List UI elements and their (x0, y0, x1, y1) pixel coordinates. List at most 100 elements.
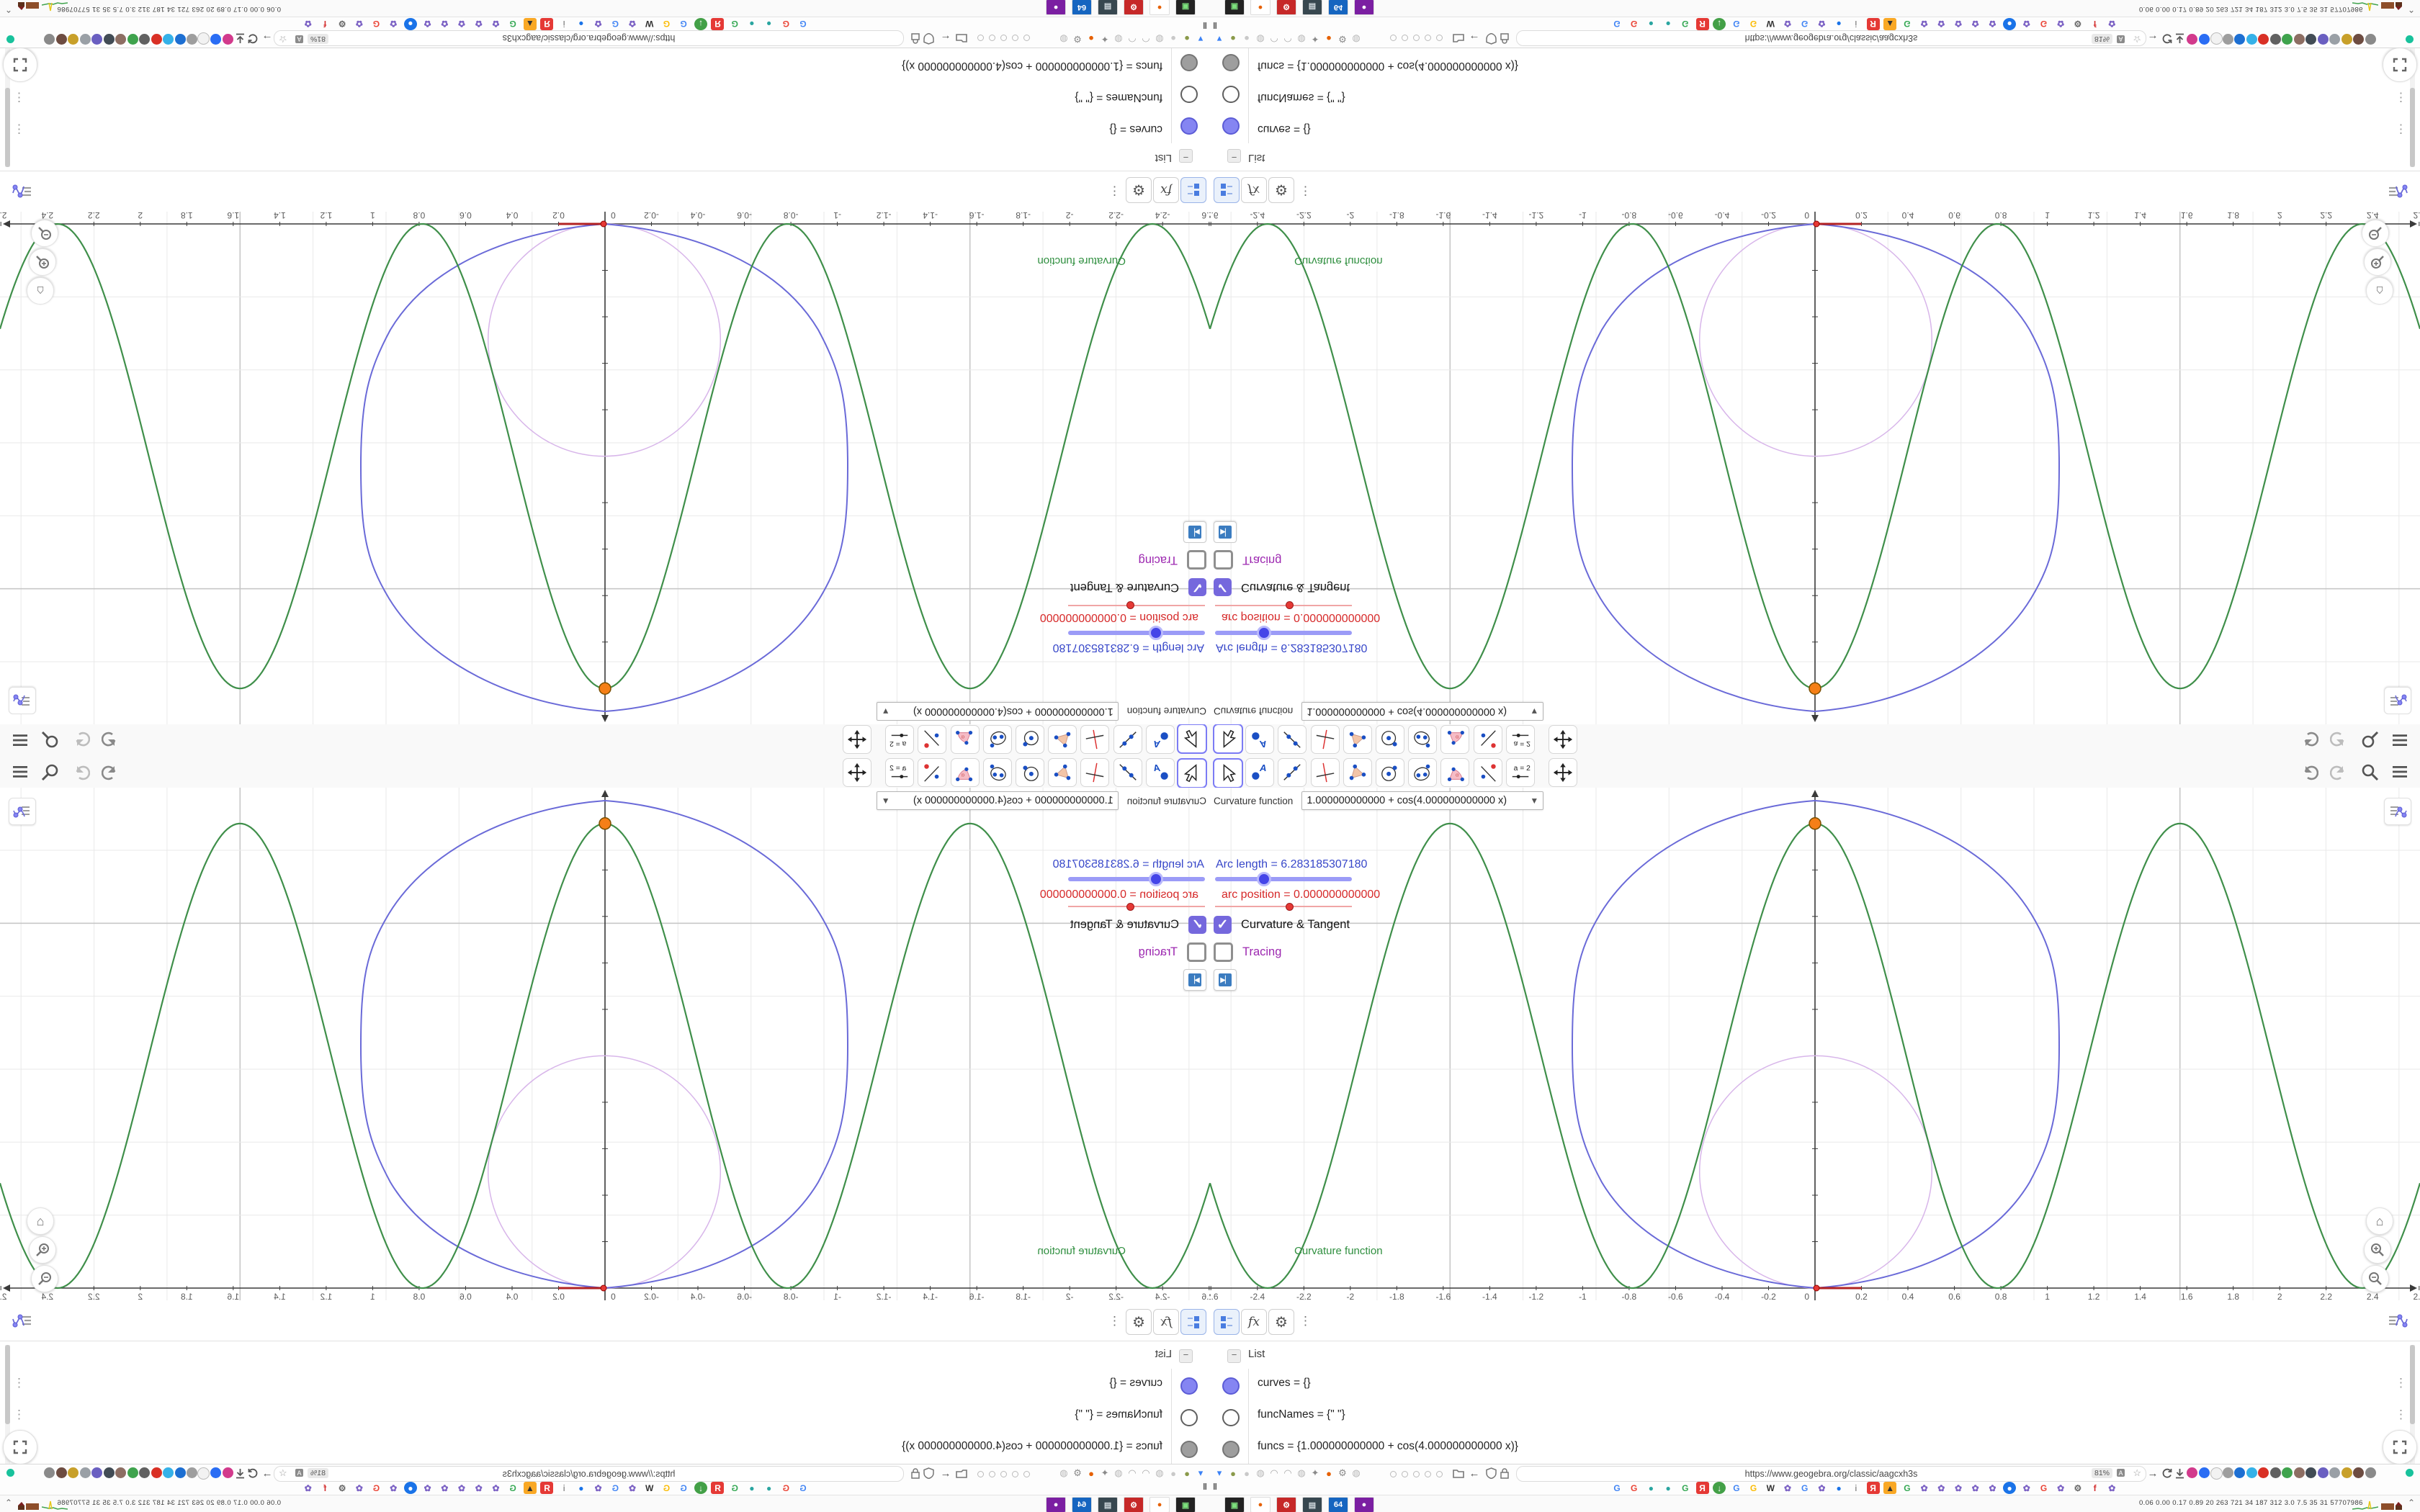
bookmark-favicon[interactable]: ⚙ (336, 18, 349, 30)
bookmark-favicon[interactable]: W (643, 18, 656, 30)
menu-button[interactable] (2390, 731, 2409, 750)
bookmark-star-icon[interactable]: ☆ (279, 1467, 287, 1479)
algebra-tree-button[interactable] (1180, 1309, 1206, 1335)
download-icon[interactable] (2173, 32, 2186, 45)
play-button[interactable]: ▶▏ (1183, 969, 1206, 991)
row-kebab-icon[interactable]: ⋮ (2395, 1376, 2407, 1390)
bookmark-favicon[interactable]: G (1901, 18, 1914, 30)
zoom-in-button[interactable] (29, 1236, 56, 1264)
bookmark-favicon[interactable]: G (1679, 1482, 1692, 1494)
taskbar-app-icon[interactable]: ● (1046, 0, 1066, 15)
row-kebab-icon[interactable]: ⋮ (2395, 1408, 2407, 1422)
bookmark-favicon[interactable]: G (609, 18, 622, 30)
bookmark-favicon[interactable]: G (1901, 1482, 1914, 1494)
extension-icon[interactable] (2305, 34, 2316, 45)
fx-button[interactable]: fx (1241, 1309, 1267, 1335)
play-button[interactable]: ▶▏ (1183, 521, 1206, 543)
extension-icon[interactable] (2222, 34, 2233, 45)
extension-icon[interactable] (2187, 34, 2197, 45)
translate-icon[interactable]: A (293, 1469, 303, 1482)
function-input[interactable]: 1.000000000000 + cos(4.000000000000 x) ▼ (876, 791, 1119, 810)
reload-icon[interactable] (247, 1467, 260, 1480)
arc-length-slider-thumb[interactable] (1257, 872, 1271, 886)
extension-icon[interactable]: ⚙ (1071, 32, 1084, 45)
bookmark-favicon[interactable]: ✿ (438, 1482, 451, 1494)
zoom-in-button[interactable] (2364, 1236, 2391, 1264)
algebra-tree-button[interactable] (1214, 177, 1240, 203)
bookmark-favicon[interactable]: ● (1662, 18, 1675, 30)
curvature-tangent-checkbox[interactable]: ✓ (1214, 916, 1232, 934)
arc-length-slider[interactable] (1215, 872, 1352, 886)
bookmark-favicon[interactable]: G (506, 18, 519, 30)
extension-icon[interactable] (127, 34, 138, 45)
download-icon[interactable] (234, 32, 247, 45)
visibility-toggle[interactable] (1222, 86, 1240, 103)
extension-icon[interactable] (2317, 34, 2329, 45)
row-kebab-icon[interactable]: ⋮ (13, 1376, 25, 1390)
kebab-icon[interactable]: ⋮ (1108, 184, 1121, 198)
kebab-icon[interactable]: ⋮ (1299, 1314, 1312, 1328)
stylebar-button[interactable] (9, 687, 36, 714)
stylebar-button[interactable] (9, 798, 36, 825)
arc-position-slider-thumb[interactable] (1126, 601, 1134, 609)
fullscreen-button[interactable] (3, 1430, 37, 1464)
forward-icon[interactable]: → (2146, 32, 2159, 45)
play-button[interactable]: ▶▏ (1214, 521, 1237, 543)
bookmark-favicon[interactable]: G (506, 1482, 519, 1494)
taskbar-app-icon[interactable]: 64 (1072, 0, 1092, 15)
collapse-button[interactable]: − (1227, 1349, 1241, 1363)
line-tool-button[interactable] (1113, 758, 1142, 787)
bookmark-favicon[interactable]: G (779, 1482, 792, 1494)
extension-icon[interactable]: ● (1227, 32, 1240, 45)
extension-icon[interactable] (197, 32, 210, 45)
extension-icon[interactable]: ◍ (1254, 32, 1267, 45)
extension-icon[interactable] (2329, 1467, 2340, 1478)
angle-tool-button[interactable]: α (950, 725, 980, 754)
collapse-button[interactable]: − (1227, 149, 1241, 163)
chevron-down-icon[interactable]: ▼ (882, 796, 890, 806)
move-tool-button[interactable] (1213, 724, 1243, 754)
bookmark-favicon[interactable]: ✿ (1815, 1482, 1828, 1494)
row-kebab-icon[interactable]: ⋮ (2395, 122, 2407, 136)
bookmark-favicon[interactable]: Я (1866, 1482, 1880, 1494)
collapse-button[interactable]: − (1179, 1349, 1193, 1363)
bookmark-favicon[interactable]: ● (1832, 1482, 1845, 1494)
back-icon[interactable]: ← (939, 1467, 952, 1480)
bookmark-favicon[interactable]: W (1764, 18, 1777, 30)
extension-icon[interactable] (2234, 34, 2245, 45)
bookmark-favicon[interactable]: ✿ (1952, 1482, 1965, 1494)
arc-position-slider[interactable] (1068, 903, 1205, 911)
bookmark-favicon[interactable]: ⚙ (2071, 18, 2084, 30)
visibility-toggle[interactable] (1222, 1377, 1240, 1395)
reload-icon[interactable] (2160, 32, 2173, 45)
function-input[interactable]: 1.000000000000 + cos(4.000000000000 x) ▼ (1301, 702, 1544, 721)
bookmark-favicon[interactable]: ✿ (302, 18, 315, 30)
bookmark-favicon[interactable]: ● (1832, 18, 1845, 30)
home-button[interactable]: ⌂ (27, 1207, 54, 1235)
bookmark-favicon[interactable]: ● (403, 1482, 417, 1494)
point-tool-button[interactable]: A (1145, 758, 1175, 787)
bookmark-favicon[interactable]: G (779, 18, 792, 30)
bookmark-favicon[interactable]: G (660, 1482, 673, 1494)
visibility-toggle[interactable] (1222, 1409, 1240, 1426)
folder-icon[interactable] (1452, 1467, 1465, 1480)
search-button[interactable] (2360, 731, 2379, 750)
polygon-tool-button[interactable] (1343, 758, 1372, 787)
move-graphics-tool-button[interactable] (1549, 758, 1577, 787)
extension-icon[interactable] (2234, 1467, 2245, 1478)
extension-icon[interactable] (2282, 34, 2293, 45)
extension-icon[interactable]: ◠ (1268, 32, 1281, 45)
bookmark-favicon[interactable]: ● (763, 1482, 776, 1494)
redo-button[interactable] (2330, 731, 2349, 750)
slider-tool-button[interactable]: a = 2 (885, 725, 915, 754)
tracing-checkbox[interactable] (1214, 550, 1233, 570)
url-bar[interactable]: https://www.geogebra.org/classic/aagcxh3… (1516, 30, 2146, 46)
taskbar-app-icon[interactable]: ● (1150, 1497, 1170, 1512)
extension-icon[interactable]: ⚙ (1336, 32, 1349, 45)
curvature-tangent-checkbox[interactable]: ✓ (1188, 578, 1206, 596)
bookmark-favicon[interactable]: ▲ (1883, 1482, 1897, 1494)
menu-button[interactable] (11, 762, 30, 781)
extension-icon[interactable]: ◍ (1254, 1467, 1267, 1480)
zoom-out-button[interactable] (31, 220, 58, 247)
shield-icon[interactable] (923, 32, 936, 45)
